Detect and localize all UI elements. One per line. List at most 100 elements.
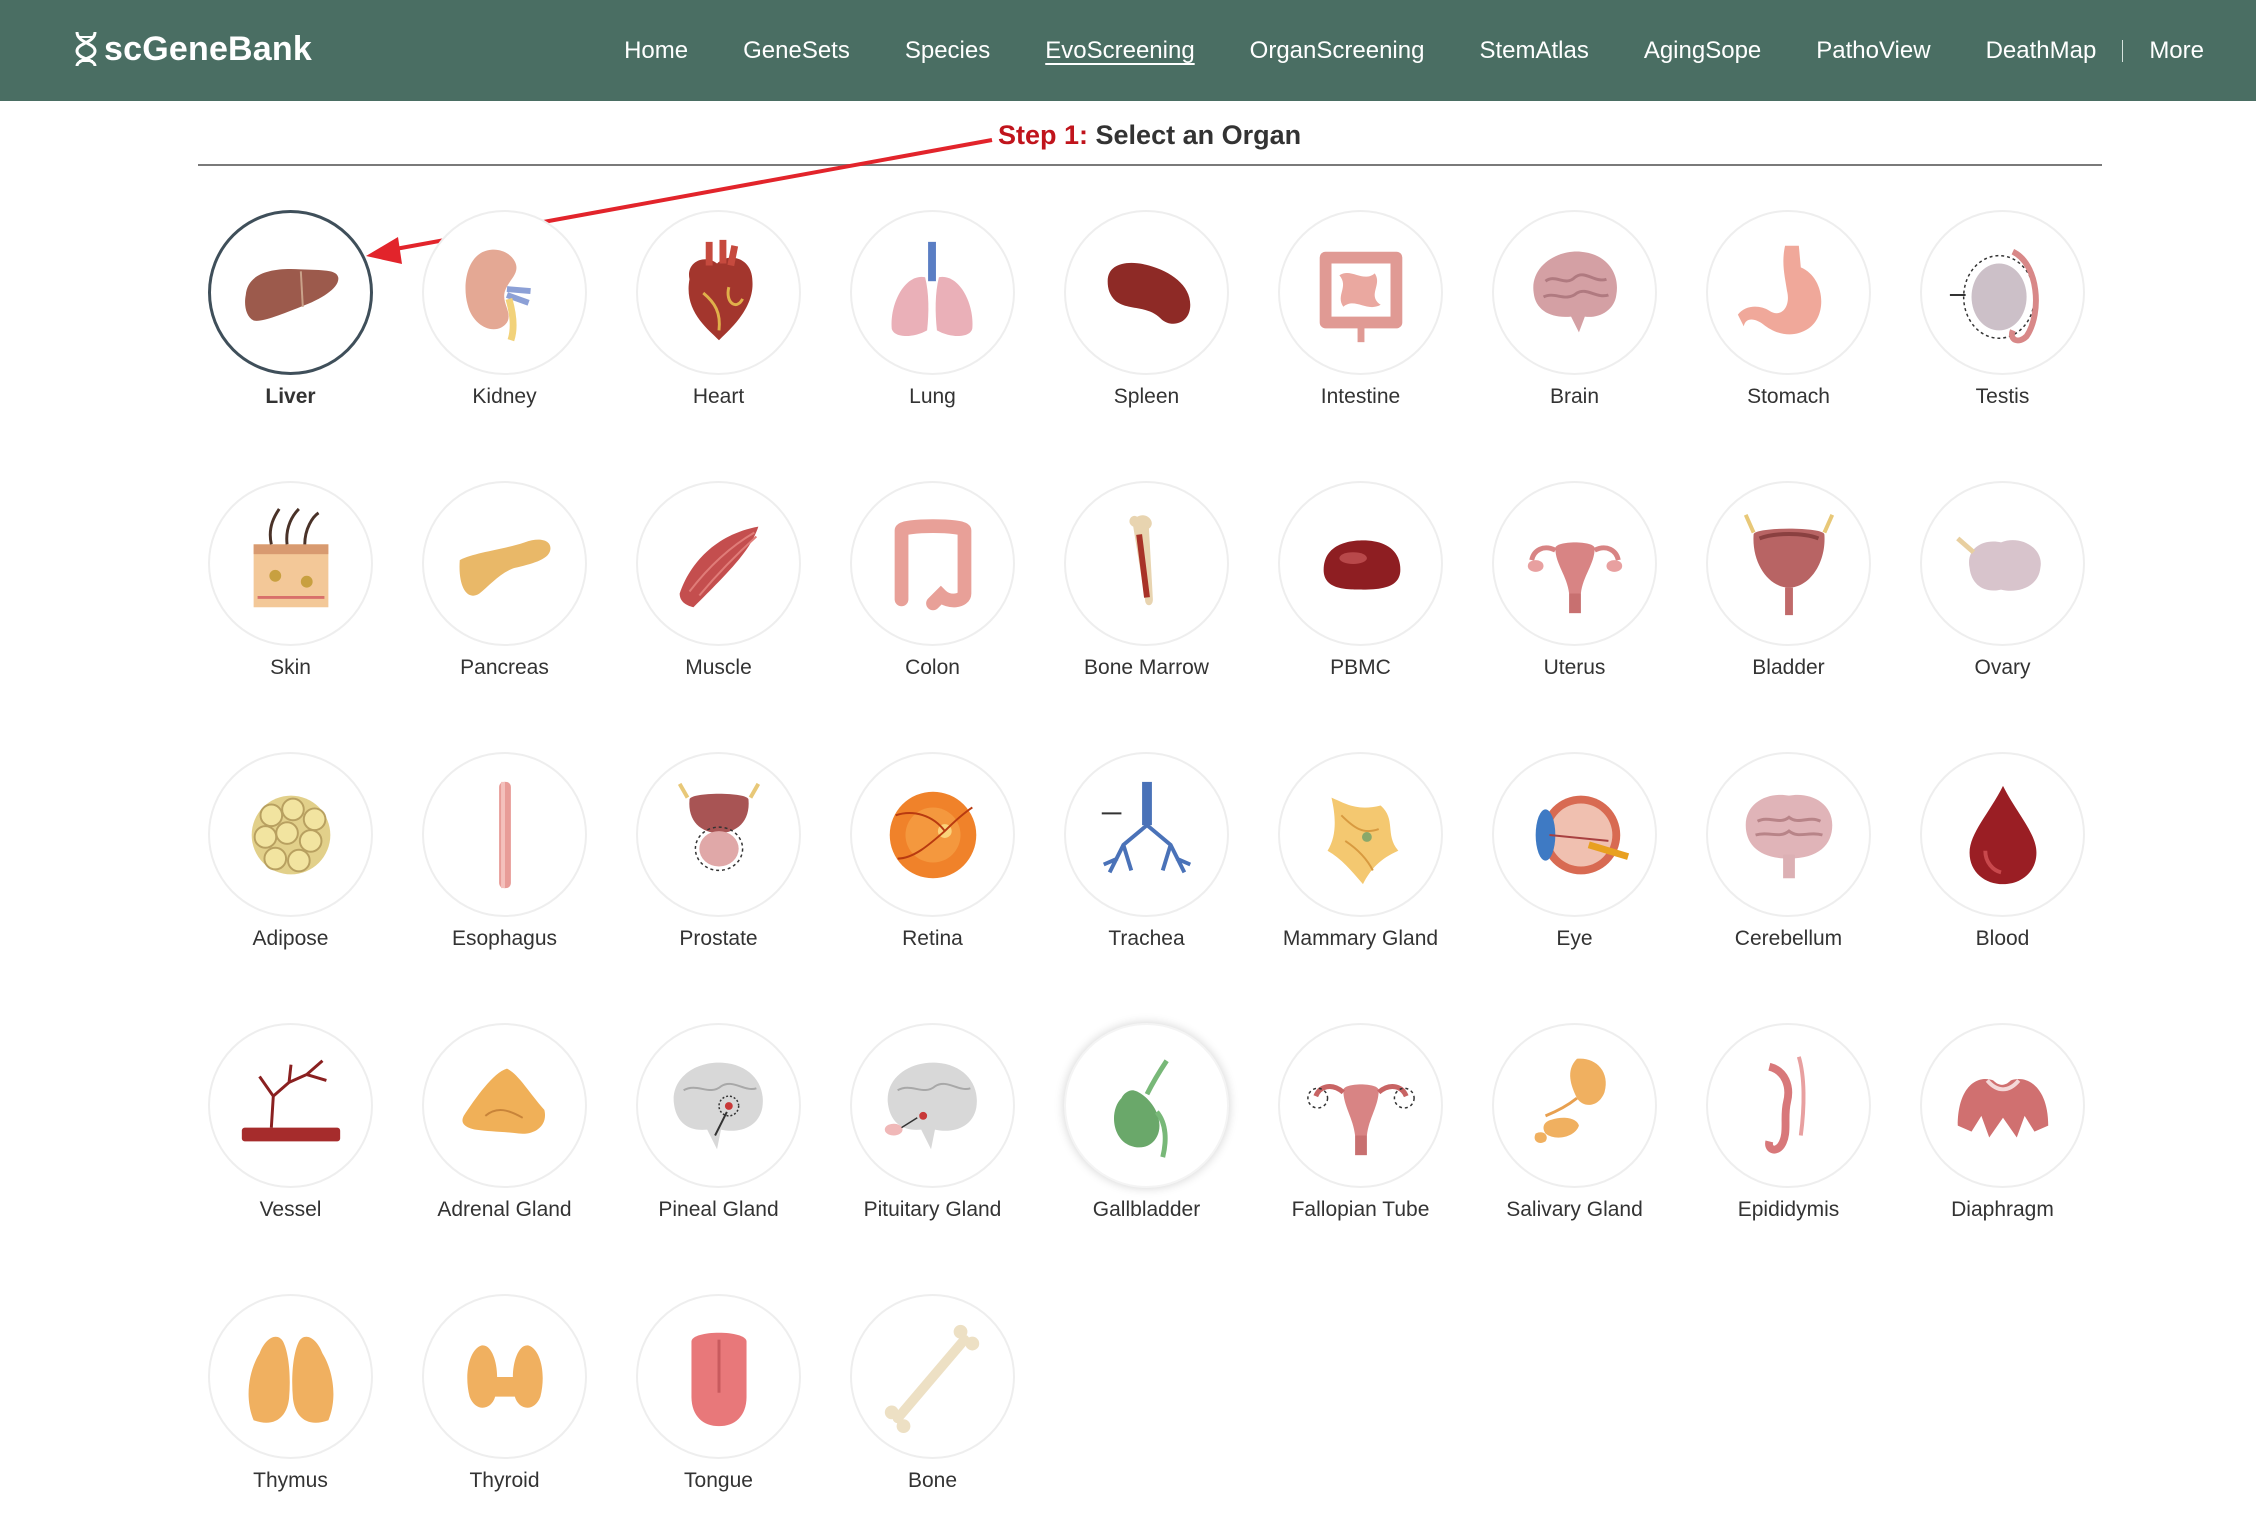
nav-deathmap[interactable]: DeathMap <box>1986 37 2097 65</box>
organ-card-spleen[interactable]: Spleen <box>1064 210 1229 408</box>
organ-card-pancreas[interactable]: Pancreas <box>422 481 587 679</box>
vessel-icon[interactable] <box>208 1023 373 1188</box>
eye-icon[interactable] <box>1492 752 1657 917</box>
nav-genesets[interactable]: GeneSets <box>743 37 850 65</box>
salivary-gland-icon[interactable] <box>1492 1023 1657 1188</box>
colon-icon[interactable] <box>850 481 1015 646</box>
organ-card-heart[interactable]: Heart <box>636 210 801 408</box>
adipose-icon[interactable] <box>208 752 373 917</box>
testis-icon[interactable] <box>1920 210 2085 375</box>
organ-card-thyroid[interactable]: Thyroid <box>422 1294 587 1492</box>
nav-pathoview[interactable]: PathoView <box>1816 37 1930 65</box>
heart-icon[interactable] <box>636 210 801 375</box>
mammary-gland-icon[interactable] <box>1278 752 1443 917</box>
organ-card-trachea[interactable]: Trachea <box>1064 752 1229 950</box>
organ-label: Tongue <box>684 1469 753 1492</box>
organ-card-bladder[interactable]: Bladder <box>1706 481 1871 679</box>
organ-card-ovary[interactable]: Ovary <box>1920 481 2085 679</box>
organ-card-blood[interactable]: Blood <box>1920 752 2085 950</box>
nav-separator <box>2122 39 2124 62</box>
epididymis-icon[interactable] <box>1706 1023 1871 1188</box>
thyroid-icon[interactable] <box>422 1294 587 1459</box>
blood-drop-icon[interactable] <box>1920 752 2085 917</box>
bone-marrow-icon[interactable] <box>1064 481 1229 646</box>
retina-icon[interactable] <box>850 752 1015 917</box>
organ-card-kidney[interactable]: Kidney <box>422 210 587 408</box>
organ-card-prostate[interactable]: Prostate <box>636 752 801 950</box>
stomach-icon[interactable] <box>1706 210 1871 375</box>
bone-icon[interactable] <box>850 1294 1015 1459</box>
organ-card-esophagus[interactable]: Esophagus <box>422 752 587 950</box>
tongue-icon[interactable] <box>636 1294 801 1459</box>
adrenal-gland-icon[interactable] <box>422 1023 587 1188</box>
organ-label: Thymus <box>253 1469 328 1492</box>
liver-icon[interactable] <box>208 210 373 375</box>
heading-divider <box>198 164 2102 166</box>
organ-card-testis[interactable]: Testis <box>1920 210 2085 408</box>
organ-card-pbmc[interactable]: PBMC <box>1278 481 1443 679</box>
organ-card-brain[interactable]: Brain <box>1492 210 1657 408</box>
organ-card-fallopian-tube[interactable]: Fallopian Tube <box>1278 1023 1443 1221</box>
nav-evoscreening[interactable]: EvoScreening <box>1045 37 1194 65</box>
intestine-icon[interactable] <box>1278 210 1443 375</box>
nav-organscreening[interactable]: OrganScreening <box>1250 37 1425 65</box>
fallopian-tube-icon[interactable] <box>1278 1023 1443 1188</box>
organ-card-intestine[interactable]: Intestine <box>1278 210 1443 408</box>
organ-label: Adipose <box>252 927 329 950</box>
organ-card-muscle[interactable]: Muscle <box>636 481 801 679</box>
muscle-icon[interactable] <box>636 481 801 646</box>
pituitary-gland-icon[interactable] <box>850 1023 1015 1188</box>
pbmc-icon[interactable] <box>1278 481 1443 646</box>
cerebellum-icon[interactable] <box>1706 752 1871 917</box>
nav-stematlas[interactable]: StemAtlas <box>1479 37 1588 65</box>
diaphragm-icon[interactable] <box>1920 1023 2085 1188</box>
spleen-icon[interactable] <box>1064 210 1229 375</box>
organ-card-pineal-gland[interactable]: Pineal Gland <box>636 1023 801 1221</box>
nav-species[interactable]: Species <box>905 37 990 65</box>
trachea-icon[interactable] <box>1064 752 1229 917</box>
pancreas-icon[interactable] <box>422 481 587 646</box>
brand-logo[interactable]: scGeneBank <box>74 24 312 74</box>
organ-card-colon[interactable]: Colon <box>850 481 1015 679</box>
organ-label: Thyroid <box>469 1469 540 1492</box>
organ-card-stomach[interactable]: Stomach <box>1706 210 1871 408</box>
organ-card-skin[interactable]: Skin <box>208 481 373 679</box>
organ-card-lung[interactable]: Lung <box>850 210 1015 408</box>
kidney-icon[interactable] <box>422 210 587 375</box>
brain-icon[interactable] <box>1492 210 1657 375</box>
organ-card-liver[interactable]: Liver <box>208 210 373 408</box>
organ-card-thymus[interactable]: Thymus <box>208 1294 373 1492</box>
organ-card-salivary-gland[interactable]: Salivary Gland <box>1492 1023 1657 1221</box>
organ-card-retina[interactable]: Retina <box>850 752 1015 950</box>
lung-icon[interactable] <box>850 210 1015 375</box>
uterus-icon[interactable] <box>1492 481 1657 646</box>
organ-card-cerebellum[interactable]: Cerebellum <box>1706 752 1871 950</box>
organ-label: Spleen <box>1113 385 1180 408</box>
organ-label: Colon <box>905 656 960 679</box>
organ-card-gallbladder[interactable]: Gallbladder <box>1064 1023 1229 1221</box>
nav-home[interactable]: Home <box>624 37 688 65</box>
skin-icon[interactable] <box>208 481 373 646</box>
organ-card-pituitary-gland[interactable]: Pituitary Gland <box>850 1023 1015 1221</box>
prostate-icon[interactable] <box>636 752 801 917</box>
organ-card-bone[interactable]: Bone <box>850 1294 1015 1492</box>
nav-more[interactable]: More <box>2149 37 2204 65</box>
ovary-icon[interactable] <box>1920 481 2085 646</box>
thymus-icon[interactable] <box>208 1294 373 1459</box>
organ-card-epididymis[interactable]: Epididymis <box>1706 1023 1871 1221</box>
bladder-icon[interactable] <box>1706 481 1871 646</box>
organ-card-adipose[interactable]: Adipose <box>208 752 373 950</box>
organ-card-vessel[interactable]: Vessel <box>208 1023 373 1221</box>
organ-card-tongue[interactable]: Tongue <box>636 1294 801 1492</box>
pineal-gland-icon[interactable] <box>636 1023 801 1188</box>
gallbladder-icon[interactable] <box>1064 1023 1229 1188</box>
nav-agingsope[interactable]: AgingSope <box>1644 37 1761 65</box>
organ-card-mammary-gland[interactable]: Mammary Gland <box>1278 752 1443 950</box>
organ-card-adrenal-gland[interactable]: Adrenal Gland <box>422 1023 587 1221</box>
organ-card-uterus[interactable]: Uterus <box>1492 481 1657 679</box>
organ-card-eye[interactable]: Eye <box>1492 752 1657 950</box>
organ-card-diaphragm[interactable]: Diaphragm <box>1920 1023 2085 1221</box>
esophagus-icon[interactable] <box>422 752 587 917</box>
main-nav: Home GeneSets Species EvoScreening OrganScre… <box>569 0 2204 101</box>
organ-card-bone-marrow[interactable]: Bone Marrow <box>1064 481 1229 679</box>
